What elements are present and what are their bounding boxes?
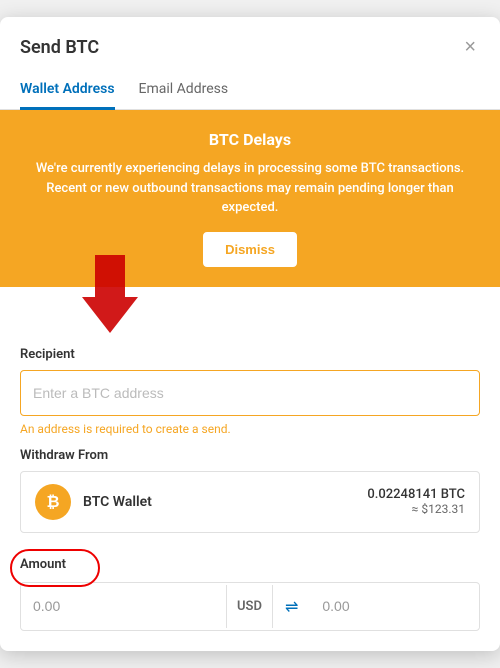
recipient-input[interactable] (20, 370, 480, 416)
wallet-balance: 0.02248141 BTC ≈ $123.31 (367, 487, 465, 516)
modal-body: Recipient An address is required to crea… (0, 327, 500, 651)
amount-label: Amount (20, 557, 66, 572)
wallet-row[interactable]: ₿ BTC Wallet 0.02248141 BTC ≈ $123.31 (20, 471, 480, 533)
btc-icon: ₿ (35, 484, 71, 520)
recipient-error: An address is required to create a send. (20, 422, 480, 436)
modal-header: Send BTC × (0, 17, 500, 61)
amount-btc-input[interactable] (310, 584, 480, 628)
swap-icon[interactable]: ⇌ (273, 583, 310, 630)
amount-usd-input[interactable] (21, 584, 226, 628)
modal-title: Send BTC (20, 37, 99, 58)
recipient-label: Recipient (20, 347, 480, 362)
wallet-balance-usd: ≈ $123.31 (367, 502, 465, 516)
amount-section: Amount USD ⇌ BTC (20, 553, 480, 631)
wallet-balance-btc: 0.02248141 BTC (367, 487, 465, 502)
alert-banner: BTC Delays We're currently experiencing … (0, 110, 500, 287)
send-btc-modal: Send BTC × Wallet Address Email Address … (0, 17, 500, 651)
tabs-container: Wallet Address Email Address (0, 71, 500, 110)
dismiss-button[interactable]: Dismiss (203, 232, 297, 267)
arrow-indicator (80, 255, 140, 335)
close-button[interactable]: × (460, 33, 480, 61)
tab-wallet-address[interactable]: Wallet Address (20, 71, 115, 110)
withdraw-from-label: Withdraw From (20, 448, 480, 463)
wallet-name: BTC Wallet (83, 494, 367, 510)
amount-inputs-container: USD ⇌ BTC (20, 582, 480, 631)
amount-usd-currency: USD (226, 585, 273, 628)
alert-title: BTC Delays (24, 130, 476, 149)
amount-label-wrapper: Amount (20, 557, 66, 572)
alert-message: We're currently experiencing delays in p… (24, 159, 476, 218)
tab-email-address[interactable]: Email Address (139, 71, 229, 110)
